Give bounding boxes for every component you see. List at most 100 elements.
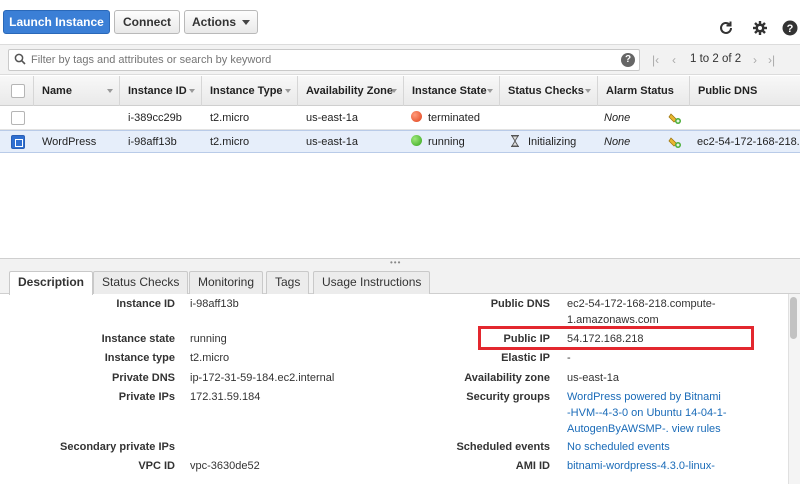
tab-status-checks[interactable]: Status Checks [93,271,189,294]
column-header-status-checks[interactable]: Status Checks [500,76,598,106]
alarm-bell-icon[interactable] [668,111,682,125]
label-instance-type: Instance type [104,352,175,364]
column-header-name[interactable]: Name [34,76,120,106]
column-label: Alarm Status [606,85,674,97]
gear-icon[interactable] [752,20,768,40]
table-row[interactable]: i-389cc29b t2.micro us-east-1a terminate… [0,107,800,130]
cell-availability-zone: us-east-1a [306,136,358,148]
column-header-public-dns[interactable]: Public DNS [690,76,800,106]
view-rules-link[interactable]: view rules [672,423,721,435]
refresh-icon[interactable] [718,20,734,40]
cell-instance-id: i-98aff13b [128,136,177,148]
chevron-down-icon [242,19,250,25]
alarm-bell-icon[interactable] [668,135,682,149]
ami-id-link[interactable]: bitnami-wordpress-4.3.0-linux- [567,458,715,474]
label-private-dns: Private DNS [112,372,175,384]
actions-button-label: Actions [191,15,236,29]
tab-description[interactable]: Description [9,271,94,295]
connect-button[interactable]: Connect [114,10,180,34]
column-label: Instance ID [128,85,187,97]
label-vpc-id: VPC ID [138,460,175,472]
tab-monitoring[interactable]: Monitoring [189,271,264,294]
label-public-dns: Public DNS [490,298,550,310]
search-icon [14,53,26,68]
tab-tags[interactable]: Tags [266,271,310,294]
scrollbar-thumb[interactable] [790,297,797,339]
label-ami-id: AMI ID [515,460,550,472]
cell-status-checks: Initializing [510,131,576,154]
label-secondary-private-ips: Secondary private IPs [60,441,175,453]
column-label: Availability Zone [306,85,394,97]
select-all-cell [0,76,34,106]
value-vpc-id: vpc-3630de52 [190,460,260,472]
search-input[interactable] [31,52,621,68]
cell-public-dns: ec2-54-172-168-218.co [697,136,800,148]
cell-instance-id: i-389cc29b [128,112,182,124]
first-page-icon[interactable]: |‹ [652,53,659,67]
cell-instance-type: t2.micro [210,112,250,124]
pagination-text: 1 to 2 of 2 [690,53,742,65]
value-instance-id: i-98aff13b [190,298,239,310]
last-page-icon[interactable]: ›| [768,53,775,67]
sort-icon [585,89,591,93]
cell-instance-state: running [411,131,465,154]
status-dot-icon [411,111,422,122]
column-label: Name [42,85,72,97]
value-private-ips: 172.31.59.184 [190,391,261,403]
security-group-link-line1[interactable]: WordPress powered by Bitnami [567,389,721,405]
cell-alarm-status: None [604,112,631,124]
label-private-ips: Private IPs [118,391,175,403]
sort-icon [107,89,113,93]
value-elastic-ip: - [567,352,571,364]
next-page-icon[interactable]: › [753,53,757,67]
filter-bar: ? |‹ ‹ 1 to 2 of 2 › ›| [0,44,800,75]
table-row[interactable]: WordPress i-98aff13b t2.micro us-east-1a… [0,130,800,153]
column-header-alarm-status[interactable]: Alarm Status [598,76,690,106]
label-scheduled-events: Scheduled events [456,441,550,453]
security-group-line3: AutogenByAWSMP-. view rules [567,421,721,437]
row-checkbox[interactable] [11,111,25,125]
label-instance-state: Instance state [101,333,175,345]
row-checkbox[interactable] [11,135,25,149]
security-group-link-line2[interactable]: -HVM--4-3-0 on Ubuntu 14-04-1- [567,405,727,421]
label-security-groups: Security groups [466,391,550,403]
detail-tabs: Description Status Checks Monitoring Tag… [0,266,800,295]
column-label: Instance State [412,85,487,97]
status-checks-text: Initializing [528,136,577,148]
help-icon[interactable]: ? [782,20,798,40]
cell-availability-zone: us-east-1a [306,112,358,124]
column-header-availability-zone[interactable]: Availability Zone [298,76,404,106]
launch-instance-button[interactable]: Launch Instance [3,10,110,34]
value-private-dns: ip-172-31-59-184.ec2.internal [190,372,335,384]
tab-usage-instructions[interactable]: Usage Instructions [313,271,431,294]
sort-icon [285,89,291,93]
value-instance-type: t2.micro [190,352,230,364]
label-instance-id: Instance ID [116,298,175,310]
column-label: Public DNS [698,85,758,97]
pane-splitter[interactable]: ••• [0,258,800,267]
state-text: terminated [428,112,480,124]
search-box: ? [8,49,640,71]
security-group-link-line3[interactable]: AutogenByAWSMP-. [567,423,669,435]
value-instance-state: running [190,333,227,345]
hourglass-icon [510,133,520,156]
label-elastic-ip: Elastic IP [501,352,550,364]
select-all-checkbox[interactable] [11,84,25,98]
column-label: Status Checks [508,85,584,97]
column-header-instance-type[interactable]: Instance Type [202,76,298,106]
prev-page-icon[interactable]: ‹ [672,53,676,67]
value-availability-zone: us-east-1a [567,372,619,384]
column-label: Instance Type [210,85,283,97]
cell-instance-type: t2.micro [210,136,250,148]
status-dot-icon [411,135,422,146]
table-header: Name Instance ID Instance Type Availabil… [0,76,800,106]
column-header-instance-state[interactable]: Instance State [404,76,500,106]
sort-icon [391,89,397,93]
actions-button[interactable]: Actions [184,10,258,34]
scheduled-events-link[interactable]: No scheduled events [567,439,670,455]
sort-icon [487,89,493,93]
column-header-instance-id[interactable]: Instance ID [120,76,202,106]
value-public-dns-line1: ec2-54-172-168-218.compute- [567,298,716,310]
cell-alarm-status: None [604,136,631,148]
search-help-icon[interactable]: ? [621,53,635,67]
